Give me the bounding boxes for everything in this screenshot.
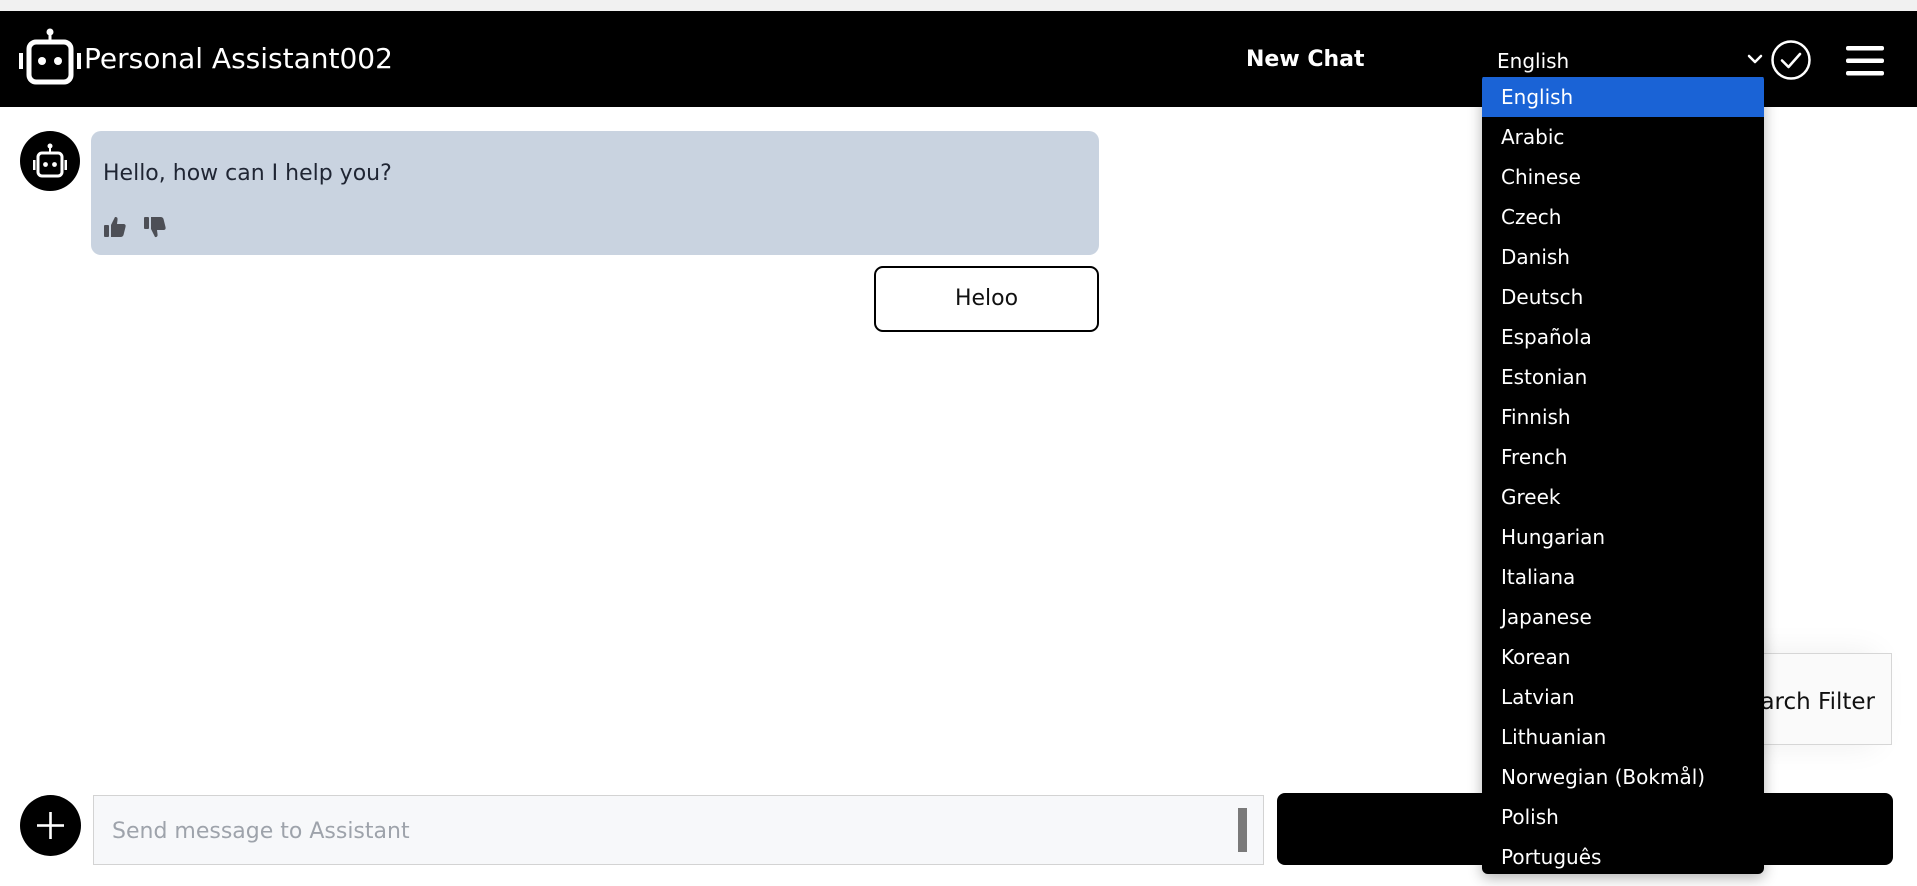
add-attachment-button[interactable] [20,795,81,856]
assistant-message-text: Hello, how can I help you? [103,161,392,186]
language-option[interactable]: Danish [1482,237,1764,277]
thumbs-up-icon[interactable] [103,215,127,239]
robot-icon [33,143,67,178]
language-option[interactable]: Latvian [1482,677,1764,717]
user-message: Heloo [874,266,1099,332]
plus-icon [37,812,64,839]
language-select[interactable]: English [1482,41,1764,77]
language-option[interactable]: Española [1482,317,1764,357]
language-option[interactable]: Finnish [1482,397,1764,437]
language-option[interactable]: Polish [1482,797,1764,837]
assistant-message: Hello, how can I help you? [91,131,1099,255]
chevron-down-icon [1747,54,1763,64]
window-top-strip [0,0,1917,11]
language-option[interactable]: French [1482,437,1764,477]
language-option[interactable]: Hungarian [1482,517,1764,557]
language-option[interactable]: Chinese [1482,157,1764,197]
message-input[interactable]: Send message to Assistant [93,795,1264,865]
language-option[interactable]: Estonian [1482,357,1764,397]
language-option[interactable]: Norwegian (Bokmål) [1482,757,1764,797]
language-option[interactable]: Lithuanian [1482,717,1764,757]
language-dropdown-list: English Arabic Chinese Czech Danish Deutsch Es… [1482,74,1764,874]
search-filter-label: arch Filter [1760,689,1875,715]
hamburger-menu-icon[interactable] [1844,44,1886,78]
language-option[interactable]: Deutsch [1482,277,1764,317]
language-option[interactable]: Arabic [1482,117,1764,157]
language-option[interactable]: English [1482,77,1764,117]
language-option[interactable]: Czech [1482,197,1764,237]
new-chat-button[interactable]: New Chat [1246,45,1365,75]
message-input-placeholder: Send message to Assistant [112,819,410,844]
language-select-value: English [1497,49,1570,73]
robot-icon [19,28,81,85]
app-title: Personal Assistant002 [84,42,393,75]
language-option[interactable]: Japanese [1482,597,1764,637]
language-option[interactable]: Greek [1482,477,1764,517]
message-input-scrollbar[interactable] [1238,808,1247,852]
assistant-avatar [20,131,80,191]
thumbs-down-icon[interactable] [143,215,167,239]
language-option[interactable]: Português [1482,837,1764,874]
language-option[interactable]: Korean [1482,637,1764,677]
language-option[interactable]: Italiana [1482,557,1764,597]
check-circle-icon[interactable] [1770,39,1812,81]
